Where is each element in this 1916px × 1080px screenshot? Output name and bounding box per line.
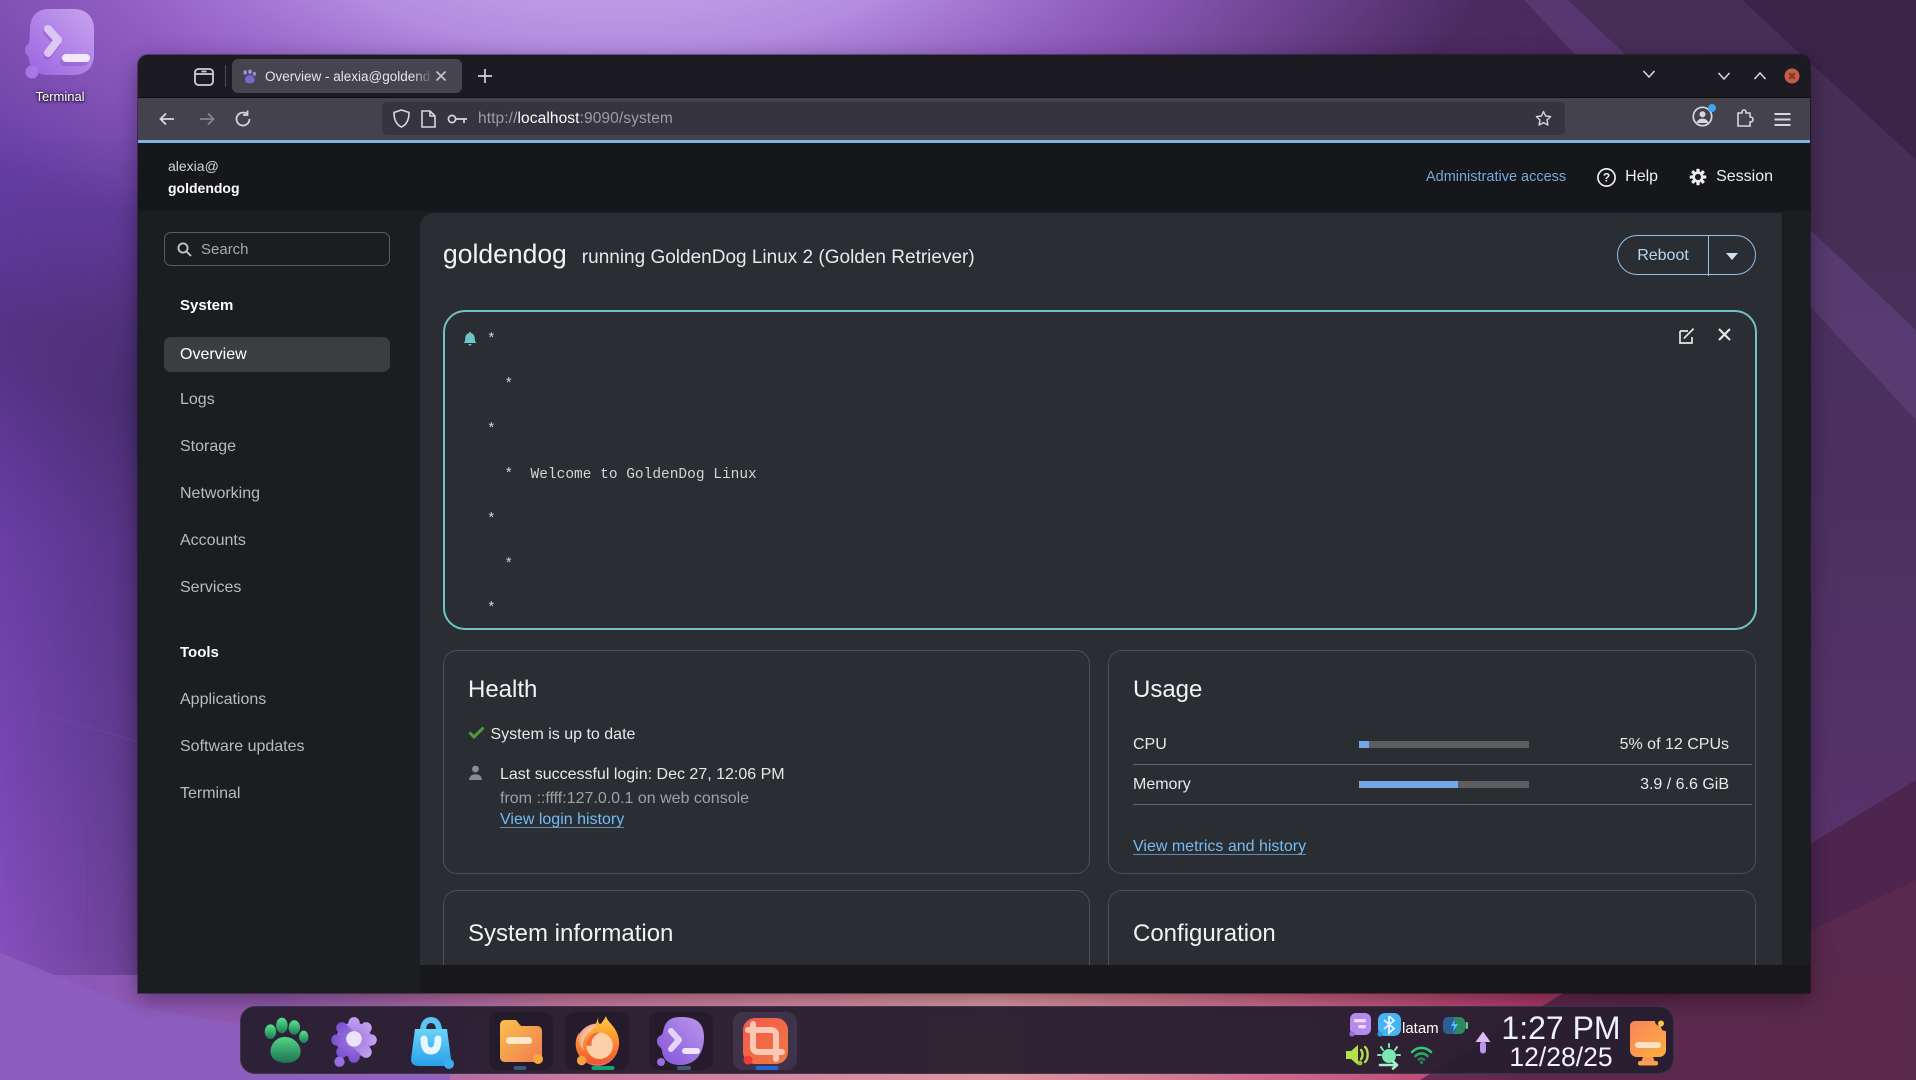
svg-text:?: ? bbox=[1603, 170, 1610, 184]
